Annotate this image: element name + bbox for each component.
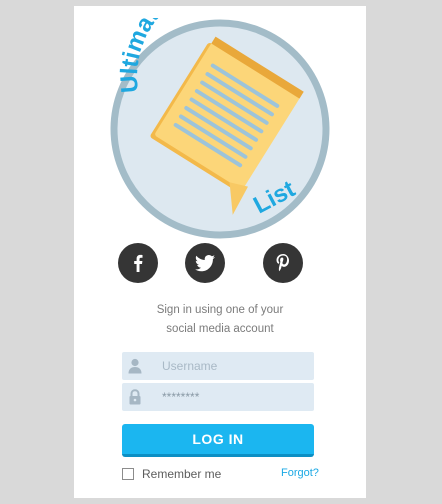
notepad-icon: Ultimate List — [110, 18, 330, 239]
user-icon — [128, 358, 142, 374]
password-field-container — [122, 383, 314, 411]
signin-hint-line1: Sign in using one of your — [156, 304, 284, 316]
username-field-container — [122, 352, 314, 380]
app-logo: Ultimate List — [109, 18, 331, 240]
facebook-button[interactable] — [118, 243, 158, 283]
signin-hint-line2: social media account — [166, 323, 274, 335]
twitter-button[interactable] — [185, 243, 225, 283]
remember-me-label: Remember me — [142, 467, 222, 481]
pinterest-icon — [276, 254, 289, 272]
pinterest-button[interactable] — [263, 243, 303, 283]
login-card: Ultimate List — [74, 6, 366, 498]
twitter-icon — [195, 254, 215, 271]
remember-me-checkbox[interactable] — [122, 468, 134, 480]
forgot-password-link[interactable]: Forgot? — [281, 467, 319, 479]
facebook-icon — [134, 254, 143, 272]
lock-icon — [129, 389, 141, 405]
password-input[interactable] — [162, 383, 307, 411]
username-input[interactable] — [162, 352, 307, 380]
login-button[interactable]: LOG IN — [122, 424, 314, 457]
remember-me[interactable]: Remember me — [122, 466, 221, 482]
